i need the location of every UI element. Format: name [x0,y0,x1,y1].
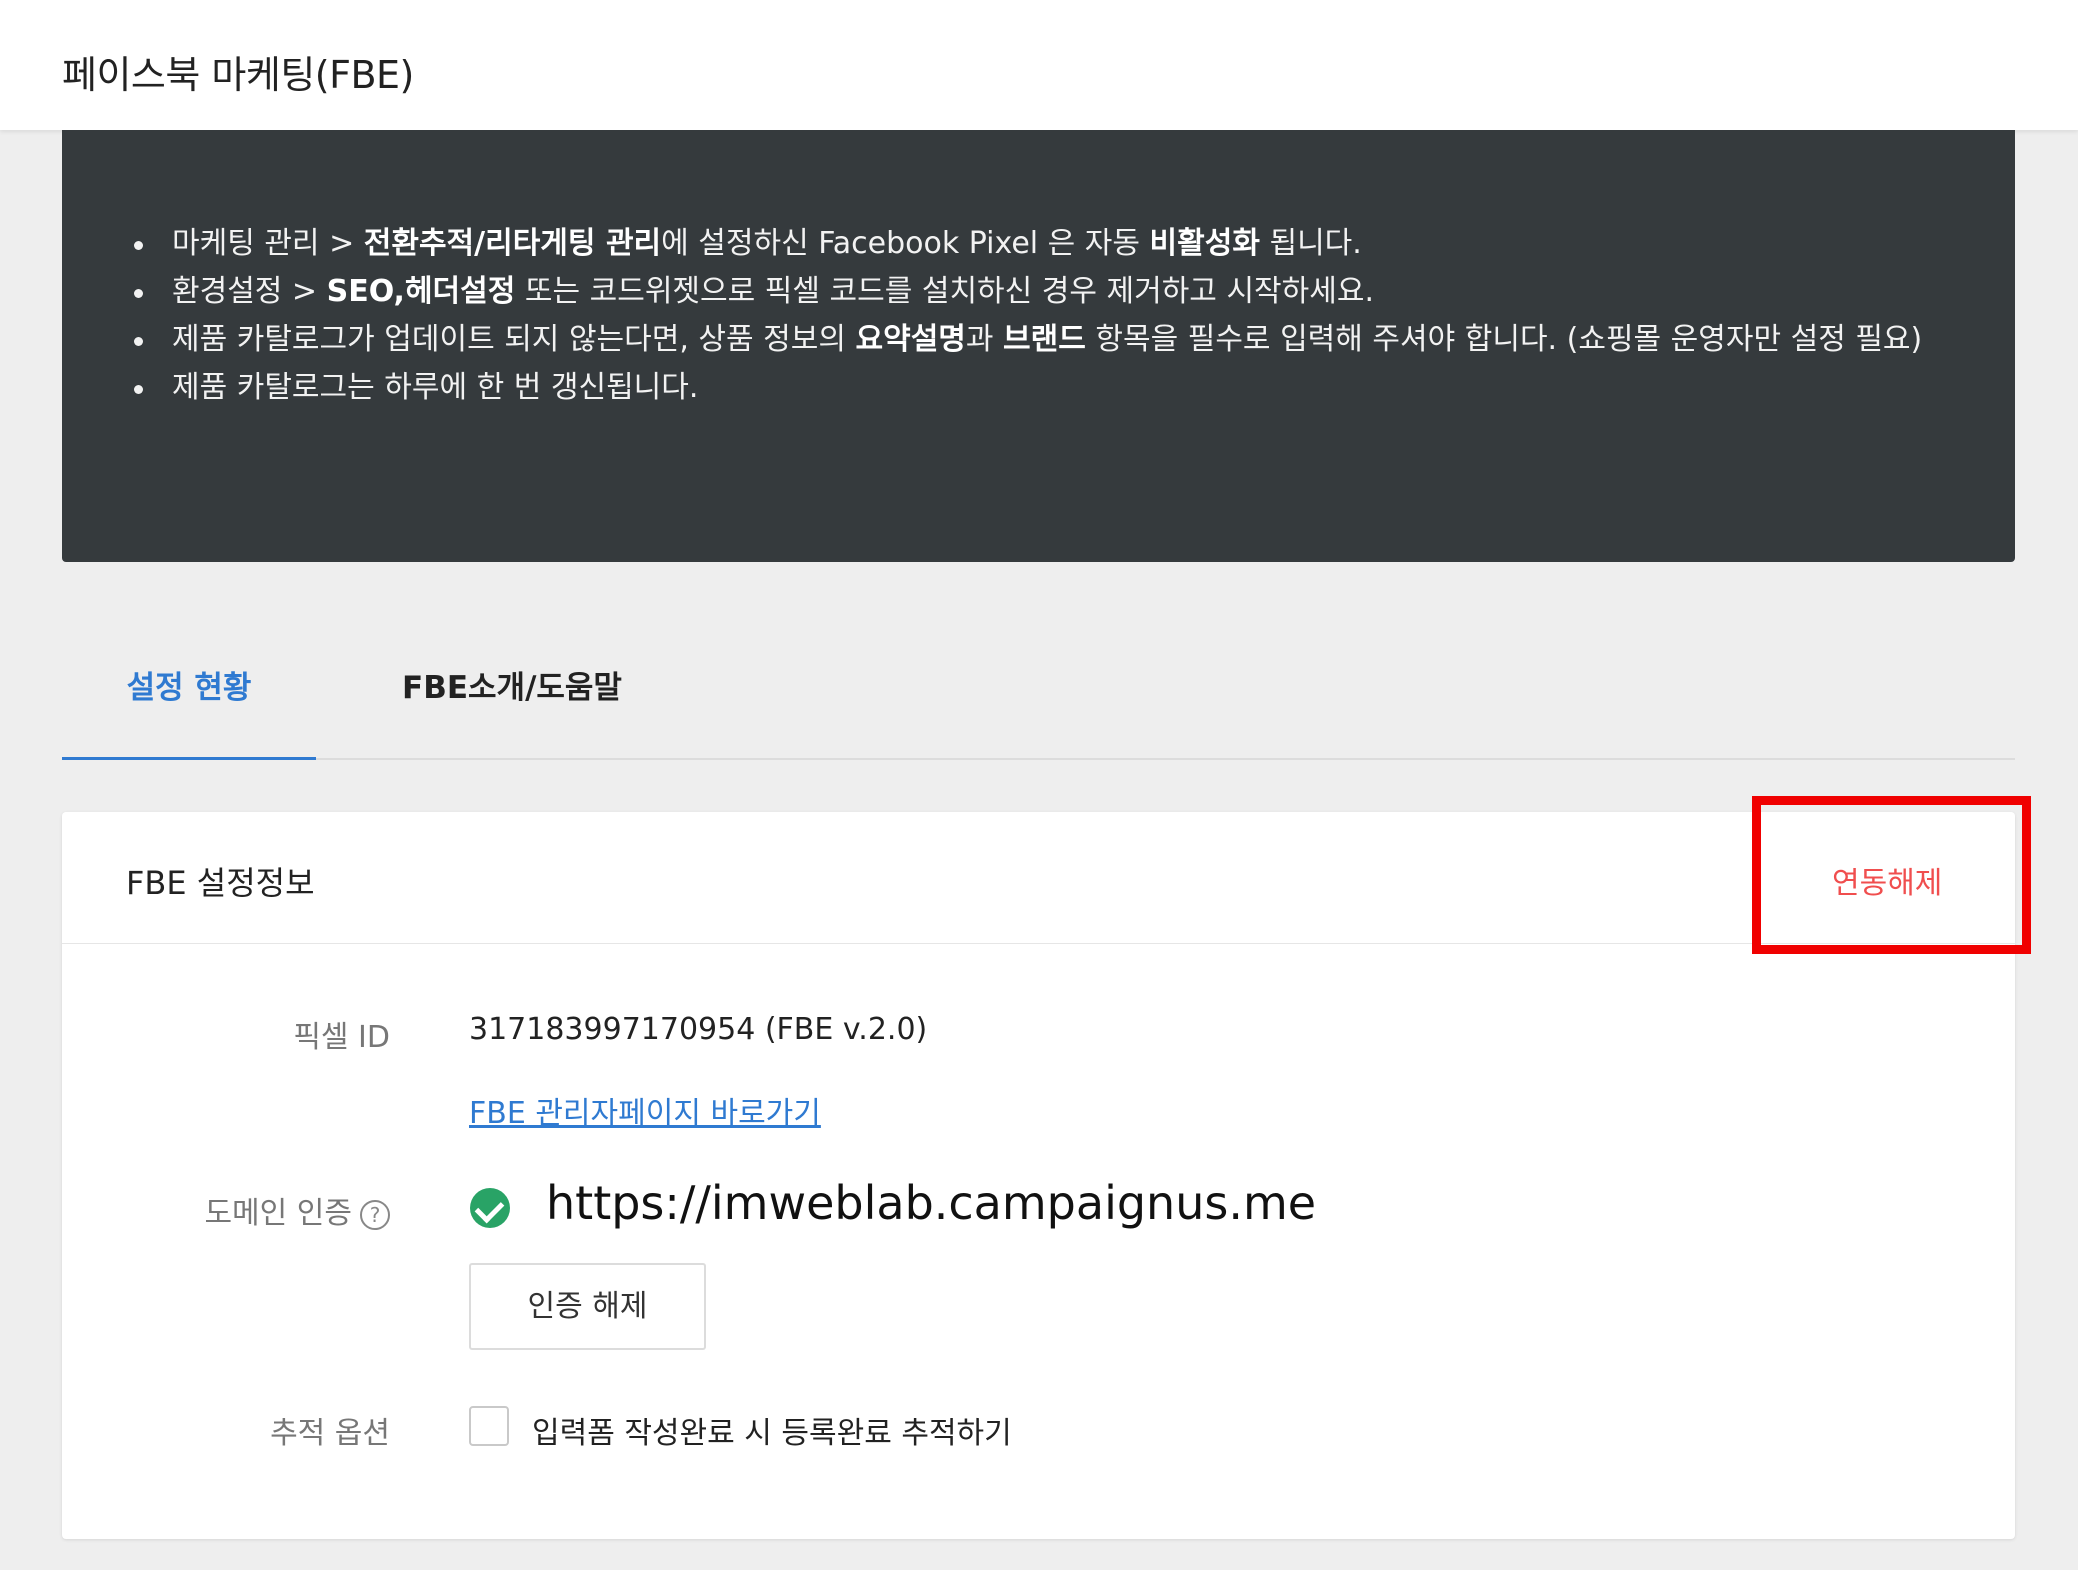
notice-item-text: 항목을 필수로 입력해 주셔야 합니다. (쇼핑몰 운영자만 설정 필요) [1085,322,1923,357]
tab-settings-status[interactable]: 설정 현황 [62,640,316,760]
pixel-id-value: 317183997170954 (FBE v.2.0) [469,1012,928,1047]
notice-item-emphasis: 요약설명 [855,322,966,357]
domain-url: https://imweblab.campaignus.me [546,1176,1317,1230]
notice-item-text: 또는 코드위젯으로 픽셀 코드를 설치하신 경우 제거하고 시작하세요. [515,274,1374,309]
help-icon[interactable]: ? [360,1199,390,1230]
notice-item: 환경설정 > SEO,헤더설정 또는 코드위젯으로 픽셀 코드를 설치하신 경우… [134,268,1972,316]
highlight-annotation [1752,796,2031,954]
notice-list: 마케팅 관리 > 전환추적/리타게팅 관리에 설정하신 Facebook Pix… [134,220,1972,412]
notice-panel: 마케팅 관리 > 전환추적/리타게팅 관리에 설정하신 Facebook Pix… [62,130,2015,562]
notice-item: 마케팅 관리 > 전환추적/리타게팅 관리에 설정하신 Facebook Pix… [134,220,1972,268]
check-circle-icon [470,1188,510,1228]
tab-fbe-help[interactable]: FBE소개/도움말 [362,640,662,760]
notice-item-text: 에 설정하신 Facebook Pixel 은 자동 [661,226,1150,261]
notice-item: 제품 카탈로그가 업데이트 되지 않는다면, 상품 정보의 요약설명과 브랜드 … [134,316,1972,364]
notice-item-text: 제품 카탈로그가 업데이트 되지 않는다면, 상품 정보의 [172,322,856,357]
tracking-checkbox-label[interactable]: 입력폼 작성완료 시 등록완료 추적하기 [532,1408,1012,1452]
domain-verify-label-row: 도메인 인증? [50,1188,390,1232]
notice-item-text: 과 [965,322,1004,357]
domain-verify-label: 도메인 인증 [204,1196,352,1231]
notice-item-emphasis: SEO,헤더설정 [326,274,516,309]
notice-item-emphasis: 비활성화 [1149,226,1260,261]
tracking-option-label: 추적 옵션 [270,1416,390,1451]
tab-bar: 설정 현황 FBE소개/도움말 [62,640,2015,760]
notice-item-emphasis: 브랜드 [1003,322,1086,357]
revoke-verification-button[interactable]: 인증 해제 [469,1263,706,1350]
pixel-id-label: 픽셀 ID [293,1020,390,1055]
notice-item-text: 제품 카탈로그는 하루에 한 번 갱신됩니다. [172,370,699,405]
notice-item-emphasis: 전환추적/리타게팅 관리 [363,226,662,261]
fbe-admin-link[interactable]: FBE 관리자페이지 바로가기 [469,1088,821,1132]
page-title: 페이스북 마케팅(FBE) [62,53,414,97]
card-title: FBE 설정정보 [126,864,315,902]
card-header: FBE 설정정보 연동해제 [62,812,2015,944]
top-bar: 페이스북 마케팅(FBE) [0,0,2078,130]
notice-item-text: 마케팅 관리 > [172,226,364,261]
notice-item: 제품 카탈로그는 하루에 한 번 갱신됩니다. [134,364,1972,412]
notice-item-text: 환경설정 > [172,274,327,309]
tracking-checkbox[interactable] [469,1406,509,1446]
notice-item-text: 됩니다. [1259,226,1362,261]
